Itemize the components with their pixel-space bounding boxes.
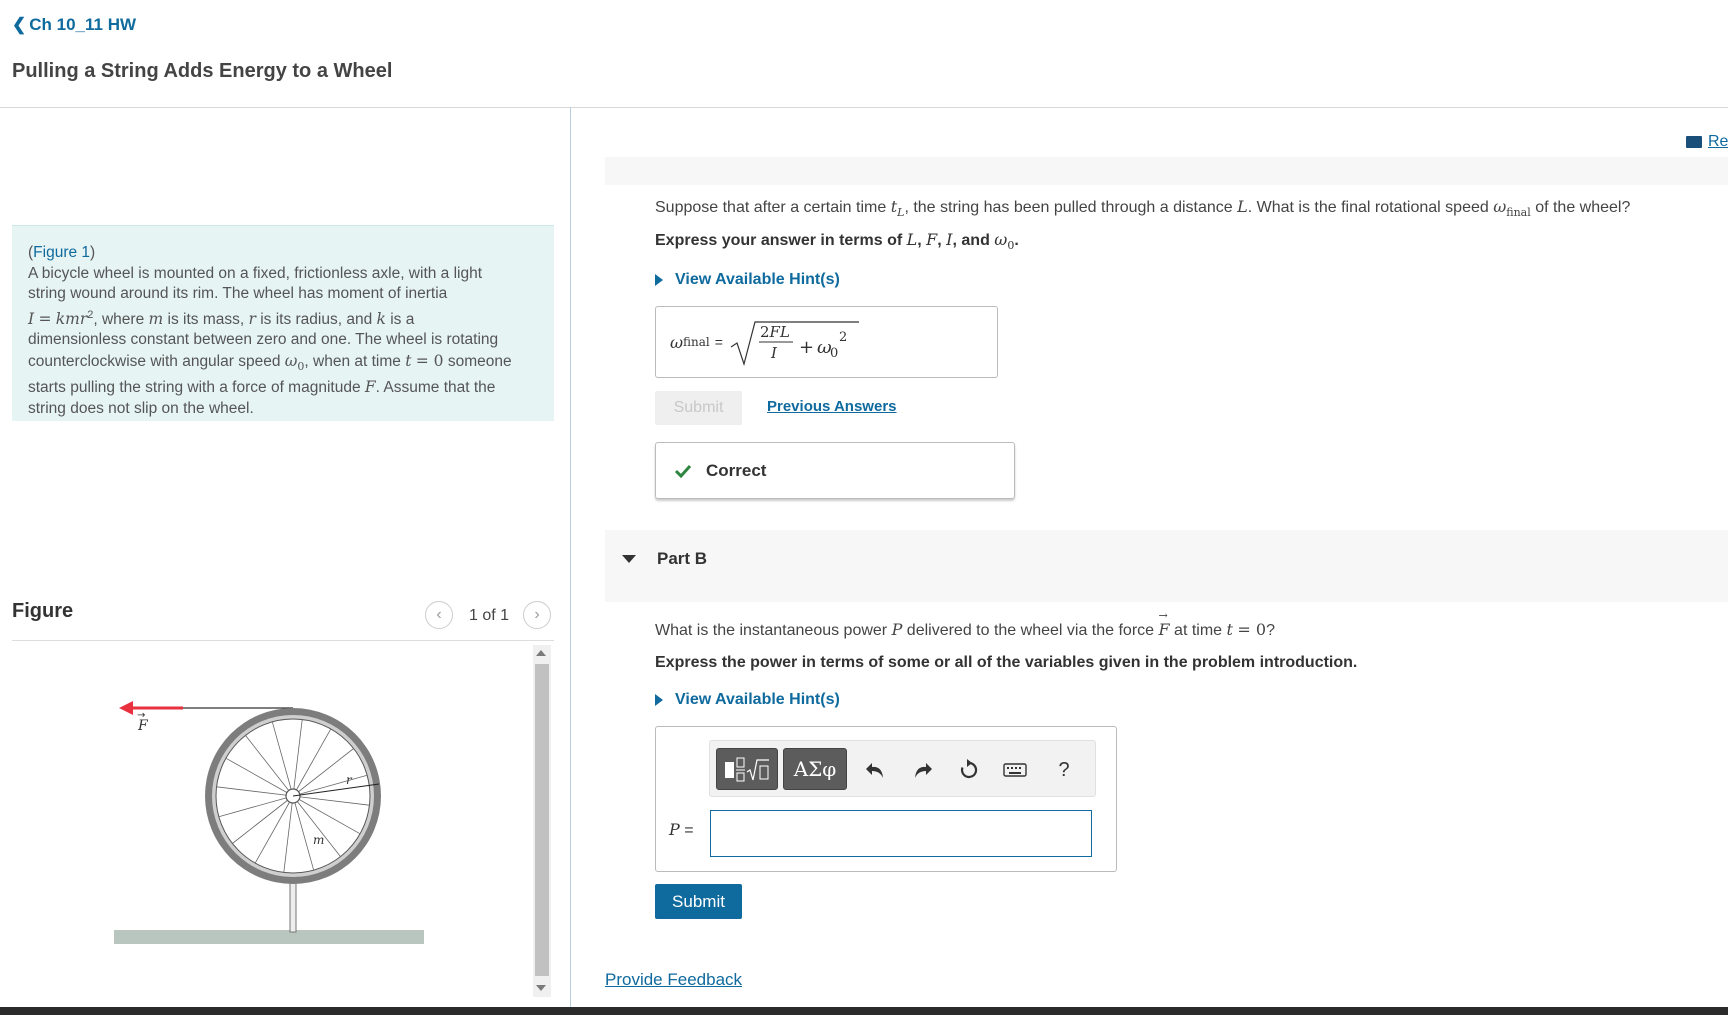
figure-next-button[interactable]: › bbox=[523, 601, 551, 629]
undo-icon[interactable] bbox=[863, 758, 887, 782]
header-divider bbox=[0, 107, 1728, 108]
svg-text:2FL: 2FL bbox=[760, 323, 790, 341]
force-arrowhead bbox=[119, 701, 133, 715]
force-vector-mark: → bbox=[137, 710, 145, 721]
part-b-label[interactable]: Part B bbox=[657, 549, 707, 569]
triangle-right-icon bbox=[655, 274, 663, 286]
figure-heading: Figure bbox=[12, 600, 74, 622]
mass-label: m bbox=[313, 833, 324, 847]
answer-variable-label: P = bbox=[669, 820, 694, 839]
part-a-instructions: Express your answer in terms of L, F, I,… bbox=[655, 230, 1019, 253]
back-link-label: Ch 10_11 HW bbox=[29, 15, 137, 34]
intro-line-1: A bicycle wheel is mounted on a fixed, f… bbox=[28, 264, 483, 282]
intro-line-4: dimensionless constant between zero and … bbox=[28, 331, 499, 349]
svg-text:0: 0 bbox=[830, 346, 838, 361]
intro-line-6: starts pulling the string with a force o… bbox=[28, 378, 496, 397]
figure-link[interactable]: Figure 1 bbox=[33, 244, 90, 261]
figure-pager-count: 1 of 1 bbox=[469, 607, 510, 624]
intro-line-3: I = kmr2, where m is its mass, r is its … bbox=[28, 308, 415, 328]
redo-icon[interactable] bbox=[911, 758, 935, 782]
figure-scrollbar-thumb[interactable] bbox=[535, 664, 549, 976]
scroll-down-icon[interactable] bbox=[536, 985, 546, 991]
correct-feedback: Correct bbox=[655, 442, 1015, 499]
chevron-left-icon: ‹ bbox=[436, 606, 442, 623]
keyboard-icon[interactable] bbox=[1003, 758, 1027, 782]
check-icon bbox=[674, 464, 692, 478]
part-b-instructions: Express the power in terms of some or al… bbox=[655, 654, 1358, 671]
chevron-left-icon: ❮ bbox=[12, 15, 27, 34]
answer-formula: 2FL I + ω 0 2 bbox=[730, 321, 859, 367]
help-icon[interactable]: ? bbox=[1052, 758, 1076, 782]
scroll-up-icon[interactable] bbox=[536, 650, 546, 656]
part-a-submit-button[interactable]: Submit bbox=[655, 391, 742, 425]
intro-line-5: counterclockwise with angular speed ω0, … bbox=[28, 351, 512, 373]
reset-icon[interactable] bbox=[957, 758, 981, 782]
previous-answers-link[interactable]: Previous Answers bbox=[767, 398, 897, 415]
part-a-question: Suppose that after a certain time tL, th… bbox=[655, 197, 1631, 220]
symbols-button[interactable]: ΑΣφ bbox=[783, 748, 847, 790]
part-b-submit-button[interactable]: Submit bbox=[655, 884, 742, 919]
bottom-bar bbox=[0, 1007, 1728, 1015]
part-b-hints-link[interactable]: View Available Hint(s) bbox=[655, 691, 840, 709]
figure-prev-button[interactable]: ‹ bbox=[425, 601, 453, 629]
bicycle-wheel-figure: F → r m bbox=[114, 701, 424, 944]
svg-text:I: I bbox=[770, 344, 778, 362]
part-a-answer: ω final = 2FL I + ω 0 2 bbox=[655, 306, 998, 378]
provide-feedback-link[interactable]: Provide Feedback bbox=[605, 970, 742, 990]
figure-divider bbox=[12, 640, 554, 641]
review-link-label: Re bbox=[1708, 133, 1728, 150]
part-a-header-band bbox=[605, 157, 1728, 185]
back-link[interactable]: ❮ Ch 10_11 HW bbox=[12, 15, 136, 35]
intro-line-2: string wound around its rim. The wheel h… bbox=[28, 285, 448, 302]
svg-text:+: + bbox=[799, 337, 814, 358]
triangle-down-icon[interactable] bbox=[622, 555, 636, 563]
triangle-right-icon bbox=[655, 694, 663, 706]
part-b-question: What is the instantaneous power P delive… bbox=[655, 609, 1275, 639]
page-title: Pulling a String Adds Energy to a Wheel bbox=[12, 60, 393, 82]
intro-line-7: string does not slip on the wheel. bbox=[28, 399, 254, 417]
ground bbox=[114, 930, 424, 944]
templates-button[interactable] bbox=[716, 748, 778, 790]
answer-input[interactable] bbox=[710, 810, 1092, 857]
review-link[interactable]: Re bbox=[1686, 133, 1728, 151]
problem-intro: (Figure 1) A bicycle wheel is mounted on… bbox=[12, 225, 554, 421]
part-b-header-band bbox=[605, 530, 1728, 602]
chevron-right-icon: › bbox=[534, 606, 540, 623]
part-a-hints-link[interactable]: View Available Hint(s) bbox=[655, 271, 840, 289]
answer-lhs-subscript: final bbox=[683, 335, 710, 349]
templates-icon bbox=[725, 757, 769, 782]
book-icon bbox=[1686, 136, 1702, 148]
svg-text:2: 2 bbox=[839, 330, 847, 345]
column-divider bbox=[570, 107, 571, 1007]
